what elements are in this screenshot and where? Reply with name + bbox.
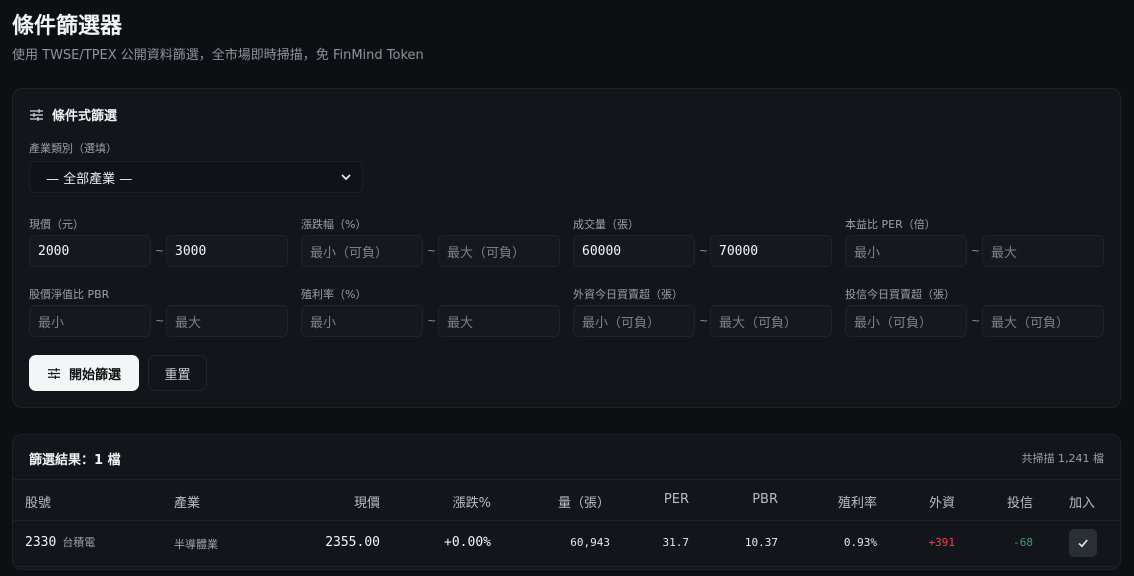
stock-code[interactable]: 2330 [25, 535, 56, 550]
col-header-change: 漲跌% [452, 496, 491, 511]
foreign-min-input[interactable]: 最小（可負） [573, 305, 695, 337]
price-cell: 2355.00 [325, 535, 380, 550]
start-filter-label: 開始篩選 [68, 367, 121, 383]
industry-select-value: — 全部產業 — [46, 171, 133, 187]
start-filter-button[interactable]: 開始篩選 [29, 355, 139, 391]
per-max-input[interactable]: 最大 [982, 235, 1104, 267]
foreign-label: 外資今日買賣超（張） [573, 288, 683, 301]
volume-min-input[interactable]: 60000 [573, 235, 695, 267]
col-header-per: PER [663, 492, 689, 507]
stock-cell: 2330 台積電 [25, 534, 95, 550]
col-header-industry: 產業 [174, 496, 201, 511]
col-header-pbr: PBR [752, 492, 778, 507]
yield-cell: 0.93% [843, 536, 877, 549]
price-min-input[interactable]: 2000 [29, 235, 151, 267]
divider [13, 520, 1120, 521]
col-header-foreign: 外資 [928, 496, 955, 511]
per-range-separator: ~ [971, 244, 981, 257]
page-title: 條件篩選器 [12, 14, 123, 39]
price-max-input[interactable]: 3000 [166, 235, 288, 267]
trust-label: 投信今日買賣超（張） [845, 288, 955, 301]
trust-range-separator: ~ [971, 314, 981, 327]
price-label: 現價（元） [29, 218, 84, 231]
results-title: 篩選結果：1 檔 [29, 453, 121, 468]
pbr-range-separator: ~ [155, 314, 165, 327]
foreign-cell: +391 [928, 536, 956, 549]
per-min-input[interactable]: 最小 [845, 235, 967, 267]
pbr-label: 股價淨值比 PBR [29, 288, 110, 301]
industry-label: 產業類別（選填） [29, 142, 117, 155]
col-header-price: 現價 [353, 496, 380, 511]
check-icon [1078, 539, 1088, 548]
col-header-trust: 投信 [1006, 496, 1033, 511]
filter-card-title: 條件式篩選 [52, 109, 118, 124]
change-max-input[interactable]: 最大（可負） [438, 235, 560, 267]
divider [13, 566, 1120, 567]
volume-label: 成交量（張） [573, 218, 639, 231]
filter-card-header: 條件式篩選 [29, 105, 117, 124]
industry-cell: 半導體業 [174, 538, 218, 551]
per-cell: 31.7 [662, 536, 690, 549]
change-label: 漲跌幅（%） [301, 218, 367, 231]
trust-min-input[interactable]: 最小（可負） [845, 305, 967, 337]
change-min-input[interactable]: 最小（可負） [301, 235, 423, 267]
volume-max-input[interactable]: 70000 [710, 235, 832, 267]
col-header-add: 加入 [1069, 496, 1096, 511]
foreign-max-input[interactable]: 最大（可負） [710, 305, 832, 337]
scan-count: 共掃描 1,241 檔 [1021, 452, 1104, 465]
yield-label: 殖利率（%） [301, 288, 367, 301]
yield-max-input[interactable]: 最大 [438, 305, 560, 337]
price-range-separator: ~ [155, 244, 165, 257]
chevron-down-icon [341, 174, 351, 181]
page-subtitle: 使用 TWSE/TPEX 公開資料篩選，全市場即時掃描，免 FinMind To… [12, 48, 424, 63]
industry-select[interactable]: — 全部產業 — [29, 161, 363, 193]
sliders-icon [47, 367, 61, 379]
foreign-range-separator: ~ [699, 314, 709, 327]
col-header-code: 股號 [25, 496, 52, 511]
results-card: 篩選結果：1 檔 共掃描 1,241 檔 股號 產業 現價 漲跌% 量（張） P… [12, 434, 1121, 570]
add-to-watchlist-button[interactable] [1069, 529, 1097, 557]
per-label: 本益比 PER（倍） [845, 218, 936, 231]
col-header-yield: 殖利率 [837, 496, 877, 511]
filter-card: 條件式篩選 產業類別（選填） — 全部產業 — 現價（元） 2000 ~ 300… [12, 88, 1121, 408]
pbr-max-input[interactable]: 最大 [166, 305, 288, 337]
volume-cell: 60,943 [570, 536, 610, 549]
yield-range-separator: ~ [427, 314, 437, 327]
col-header-volume: 量（張） [557, 496, 610, 511]
trust-cell: -68 [1013, 536, 1033, 549]
stock-name: 台積電 [62, 536, 96, 549]
trust-max-input[interactable]: 最大（可負） [982, 305, 1104, 337]
yield-min-input[interactable]: 最小 [301, 305, 423, 337]
pbr-min-input[interactable]: 最小 [29, 305, 151, 337]
sliders-icon [30, 108, 43, 121]
reset-button[interactable]: 重置 [148, 355, 207, 391]
volume-range-separator: ~ [699, 244, 709, 257]
divider [13, 479, 1120, 480]
pbr-cell: 10.37 [744, 536, 778, 549]
change-cell: +0.00% [444, 535, 491, 550]
change-range-separator: ~ [427, 244, 437, 257]
